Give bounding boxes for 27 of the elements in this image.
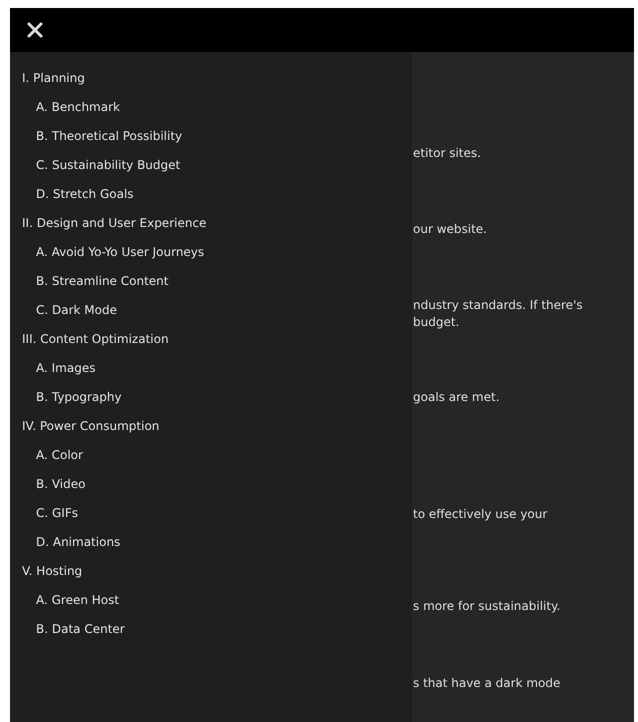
menu-subsection-link[interactable]: A. Images bbox=[36, 354, 96, 383]
menu-subsection-link[interactable]: A. Avoid Yo-Yo User Journeys bbox=[36, 238, 204, 267]
menu-subsection-link[interactable]: D. Stretch Goals bbox=[36, 180, 134, 209]
menu-subsection-link[interactable]: C. Dark Mode bbox=[36, 296, 117, 325]
menu-section-link[interactable]: IV. Power Consumption bbox=[22, 412, 160, 441]
paragraph-text: goals are met. bbox=[413, 389, 501, 406]
paragraph-text: to effectively use your bbox=[413, 506, 548, 523]
menu-section-link[interactable]: I. Planning bbox=[22, 64, 85, 93]
menu-section-link[interactable]: III. Content Optimization bbox=[22, 325, 169, 354]
paragraph-text: s that have a dark mode bbox=[413, 675, 562, 692]
paragraph-text: ndustry standards. If there's budget. bbox=[413, 297, 583, 331]
menu-subsection-link[interactable]: A. Color bbox=[36, 441, 83, 470]
menu-subsection-link[interactable]: D. Animations bbox=[36, 528, 120, 557]
menu-subsection-link[interactable]: B. Data Center bbox=[36, 615, 125, 644]
menu-subsection-link[interactable]: A. Green Host bbox=[36, 586, 120, 615]
paragraph-text: etitor sites. bbox=[413, 145, 482, 162]
menu-subsection-link[interactable]: B. Video bbox=[36, 470, 86, 499]
menu-subsection-link[interactable]: C. Sustainability Budget bbox=[36, 151, 180, 180]
menu-subsection-link[interactable]: B. Streamline Content bbox=[36, 267, 168, 296]
menu-subsection-link[interactable]: C. GIFs bbox=[36, 499, 78, 528]
menu-subsection-link[interactable]: B. Theoretical Possibility bbox=[36, 122, 182, 151]
paragraph-text: our website. bbox=[413, 221, 488, 238]
menu-section-link[interactable]: II. Design and User Experience bbox=[22, 209, 206, 238]
paragraph-text: s more for sustainability. bbox=[413, 598, 562, 615]
menu-section-link[interactable]: V. Hosting bbox=[22, 557, 82, 586]
menu-subsection-link[interactable]: B. Typography bbox=[36, 383, 122, 412]
menu-subsection-link[interactable]: A. Benchmark bbox=[36, 93, 120, 122]
